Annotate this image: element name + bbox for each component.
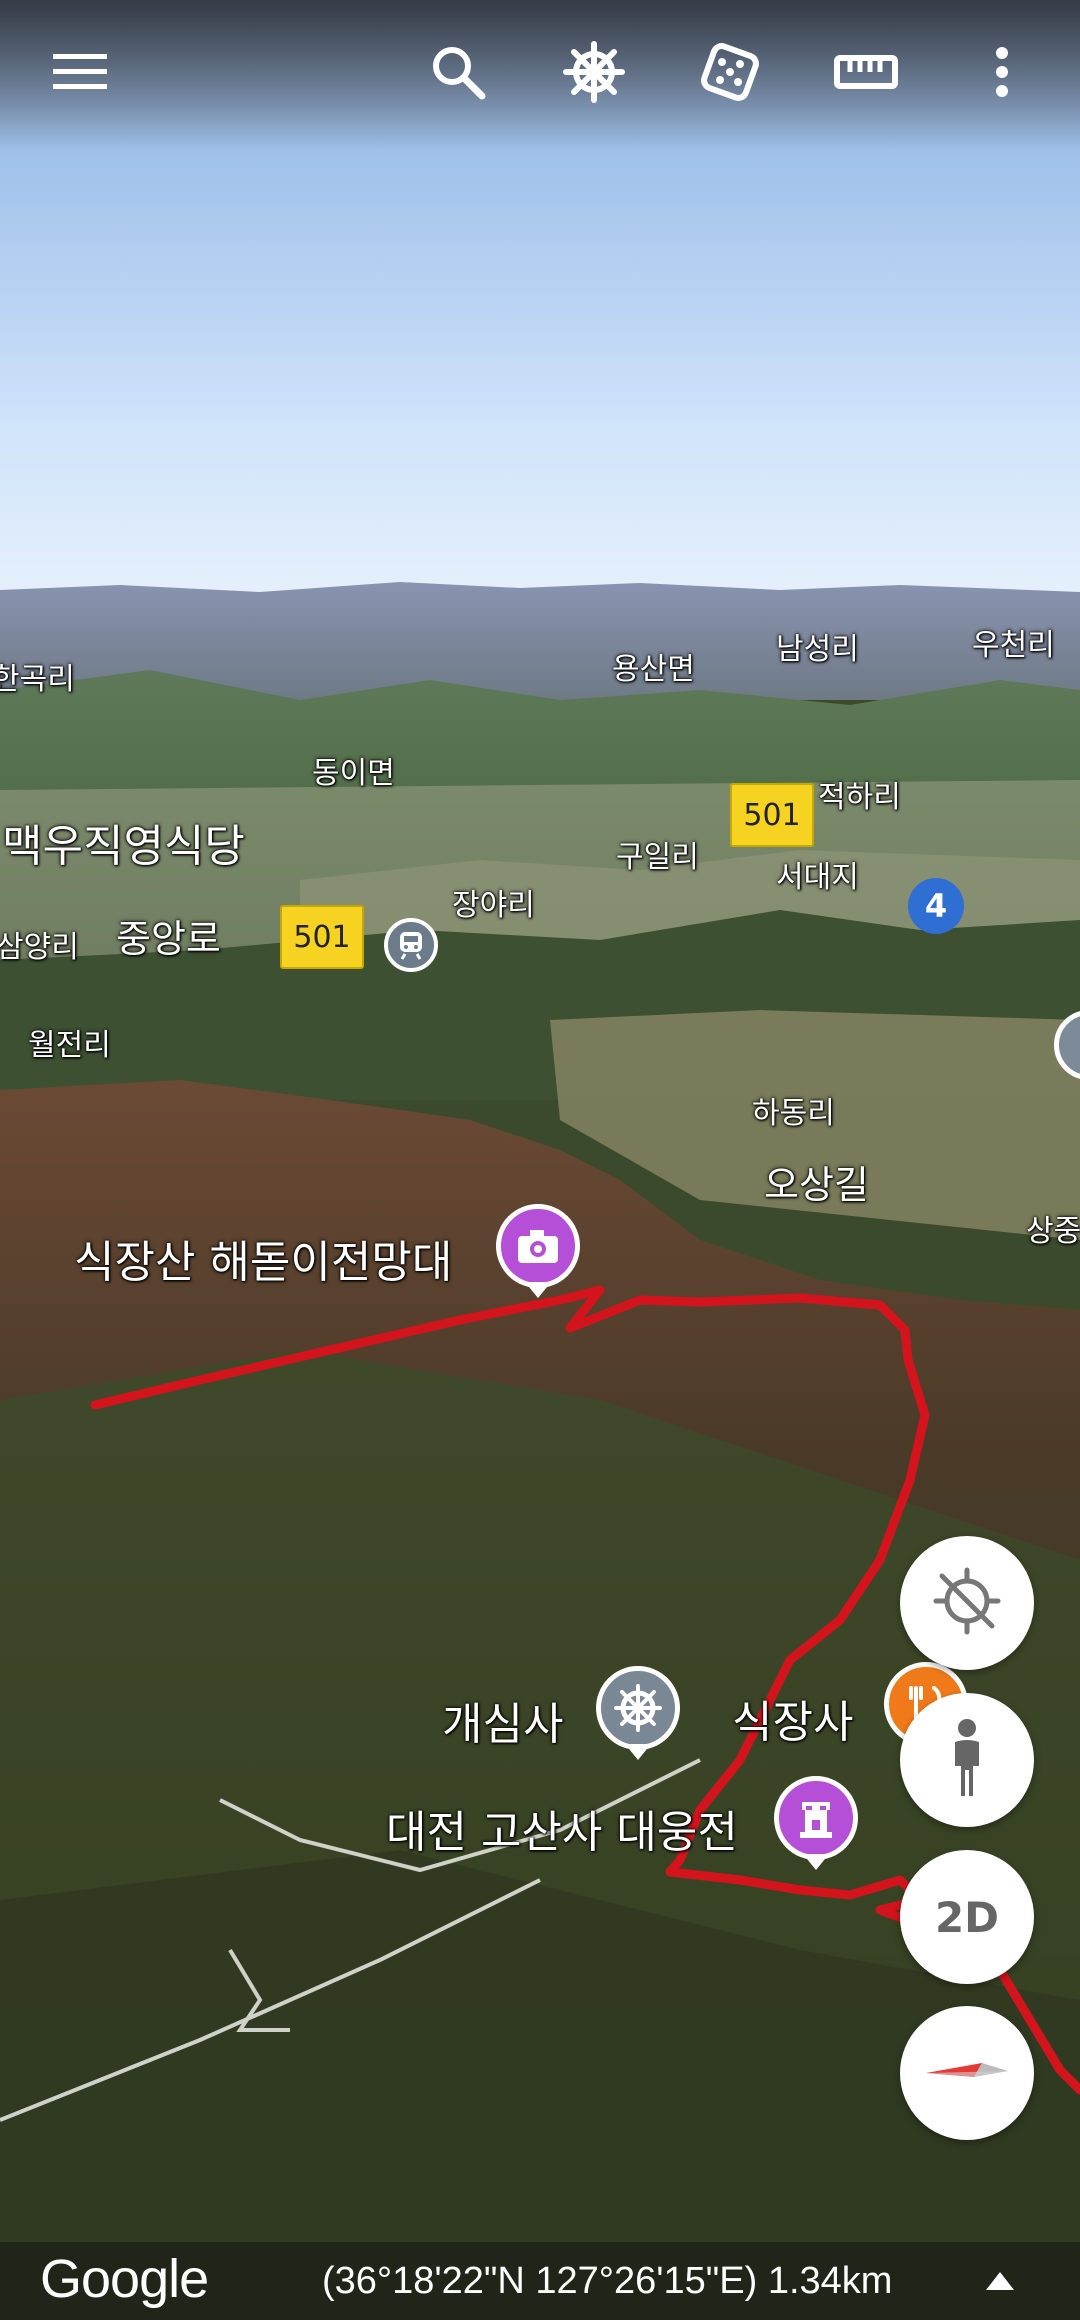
dharma-wheel-pin-icon[interactable] (596, 1666, 680, 1750)
more-vert-icon[interactable] (954, 24, 1050, 120)
location-off-icon (932, 1566, 1002, 1640)
place-label[interactable]: 삼양리 (0, 922, 79, 966)
place-label[interactable]: 맥우직영식당 (2, 810, 245, 874)
place-label[interactable]: 개심사 (442, 1688, 563, 1752)
place-label[interactable]: 중앙로 (116, 908, 221, 963)
train-station-icon[interactable] (384, 918, 438, 972)
place-label[interactable]: 상중 (1026, 1206, 1080, 1250)
place-label[interactable]: 적하리 (818, 772, 901, 816)
place-label[interactable]: 서대지 (776, 852, 859, 896)
place-label[interactable]: 동이면 (312, 748, 395, 792)
pin-pointer (803, 1854, 829, 1870)
pin-pointer (625, 1744, 651, 1760)
recenter-button[interactable] (900, 1536, 1034, 1670)
dice-icon[interactable] (682, 24, 778, 120)
route-shield[interactable]: 501 (280, 905, 364, 969)
landmark-pin-icon[interactable] (774, 1776, 858, 1860)
place-label[interactable]: 하동리 (752, 1088, 835, 1132)
route-shield[interactable]: 501 (730, 783, 814, 847)
place-label[interactable]: 남성리 (776, 624, 859, 668)
place-label[interactable]: 월전리 (28, 1020, 111, 1064)
route-shield[interactable]: 4 (908, 878, 964, 934)
place-label[interactable]: 대전 고산사 대웅전 (386, 1796, 738, 1860)
place-label[interactable]: 식장사 (732, 1686, 853, 1750)
place-label[interactable]: 한곡리 (0, 654, 75, 698)
place-label[interactable]: 용산면 (612, 644, 695, 688)
place-label[interactable]: 식장산 해돋이전망대 (74, 1226, 452, 1290)
search-icon[interactable] (410, 24, 506, 120)
compass-icon (922, 2051, 1012, 2095)
ruler-icon[interactable] (818, 24, 914, 120)
google-logo: Google (40, 2249, 209, 2309)
coordinates-readout[interactable]: (36°18'22"N 127°26'15"E) 1.34km (322, 2260, 892, 2303)
camera-pin-icon[interactable] (496, 1204, 580, 1288)
street-view-button[interactable] (900, 1693, 1034, 1827)
voyager-helm-icon[interactable] (546, 24, 642, 120)
pegman-icon (947, 1718, 987, 1802)
place-label[interactable]: 우천리 (972, 620, 1055, 664)
triangle-up-icon[interactable] (986, 2272, 1014, 2290)
view-mode-label: 2D (934, 1892, 1000, 1942)
top-toolbar (0, 0, 1080, 150)
place-label[interactable]: 구일리 (616, 832, 699, 876)
status-bar: Google (36°18'22"N 127°26'15"E) 1.34km (0, 2242, 1080, 2320)
menu-icon[interactable] (32, 24, 128, 120)
place-label[interactable]: 장야리 (452, 880, 535, 924)
compass-button[interactable] (900, 2006, 1034, 2140)
view-mode-2d-button[interactable]: 2D (900, 1850, 1034, 1984)
pin-pointer (525, 1282, 551, 1298)
map-terrain[interactable] (0, 0, 1080, 2320)
place-label[interactable]: 오상길 (764, 1154, 869, 1209)
